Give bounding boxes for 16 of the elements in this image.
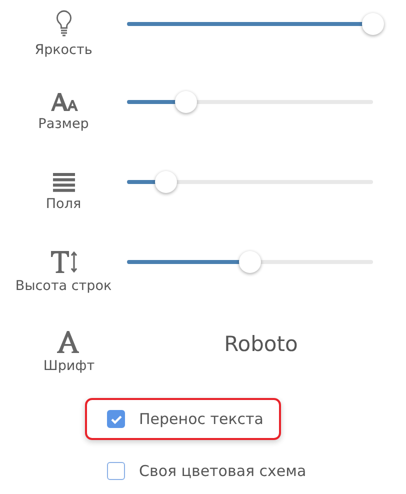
font-size-icon	[50, 92, 78, 112]
highlighted-option[interactable]: Перенос текста	[85, 398, 282, 440]
lines-icon	[52, 172, 74, 192]
setting-label: Высота строк	[15, 278, 112, 294]
checkbox[interactable]	[107, 410, 125, 428]
line-height-icon	[50, 250, 78, 274]
checkbox[interactable]	[107, 462, 125, 480]
check-icon	[110, 414, 122, 424]
setting-label: Яркость	[34, 42, 92, 58]
setting-label: Поля	[46, 196, 82, 212]
setting-label: Шрифт	[43, 358, 95, 374]
font-name[interactable]: Roboto	[138, 332, 384, 356]
checkbox-option[interactable]: Своя цветовая схема	[85, 450, 324, 492]
letter-icon	[57, 330, 81, 354]
lightbulb-icon	[56, 10, 72, 38]
setting-label: Размер	[38, 116, 89, 132]
